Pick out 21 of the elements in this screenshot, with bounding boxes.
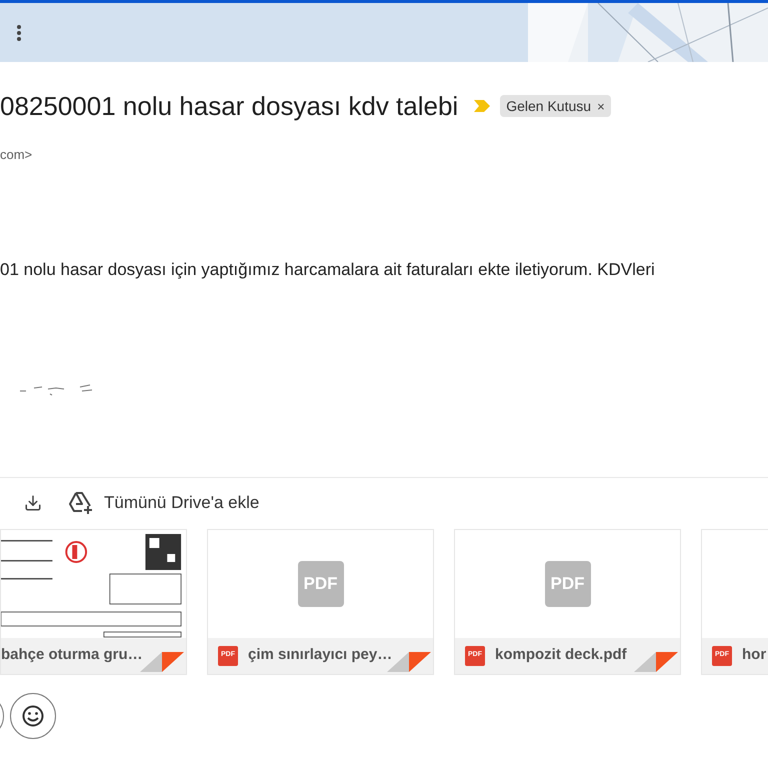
download-icon [24, 494, 42, 512]
attachment-filename: kompozit deck.pdf [495, 645, 627, 666]
smiley-icon [22, 704, 44, 726]
attachment-filename: çim sınırlayıcı pey… [248, 645, 392, 666]
folded-corner-icon [140, 652, 184, 672]
remove-label-button[interactable]: × [597, 100, 605, 112]
importance-marker-icon[interactable] [474, 100, 490, 112]
pdf-placeholder-icon: PDF [544, 560, 590, 606]
sender-address: com> [0, 146, 34, 163]
email-subject: 08250001 nolu hasar dosyası kdv talebi [0, 90, 458, 122]
drive-add-icon [68, 491, 94, 515]
email-body: 01 nolu hasar dosyası için yaptığımız harcamalara ait faturaları ekte iletiyorum. KDVleri [0, 259, 656, 281]
label-text: Gelen Kutusu [506, 96, 592, 116]
add-to-drive-button[interactable]: Tümünü Drive'a ekle [68, 490, 260, 516]
more-icon [17, 24, 21, 40]
attachment-filename: bahçe oturma gru… [1, 645, 143, 666]
pdf-placeholder-icon: PDF [298, 560, 344, 606]
attachment-filename: hor [742, 645, 766, 666]
emoji-reaction-button[interactable] [10, 692, 56, 738]
attachment-card[interactable]: bahçe oturma gru… [0, 528, 187, 674]
folded-corner-icon [634, 652, 678, 672]
